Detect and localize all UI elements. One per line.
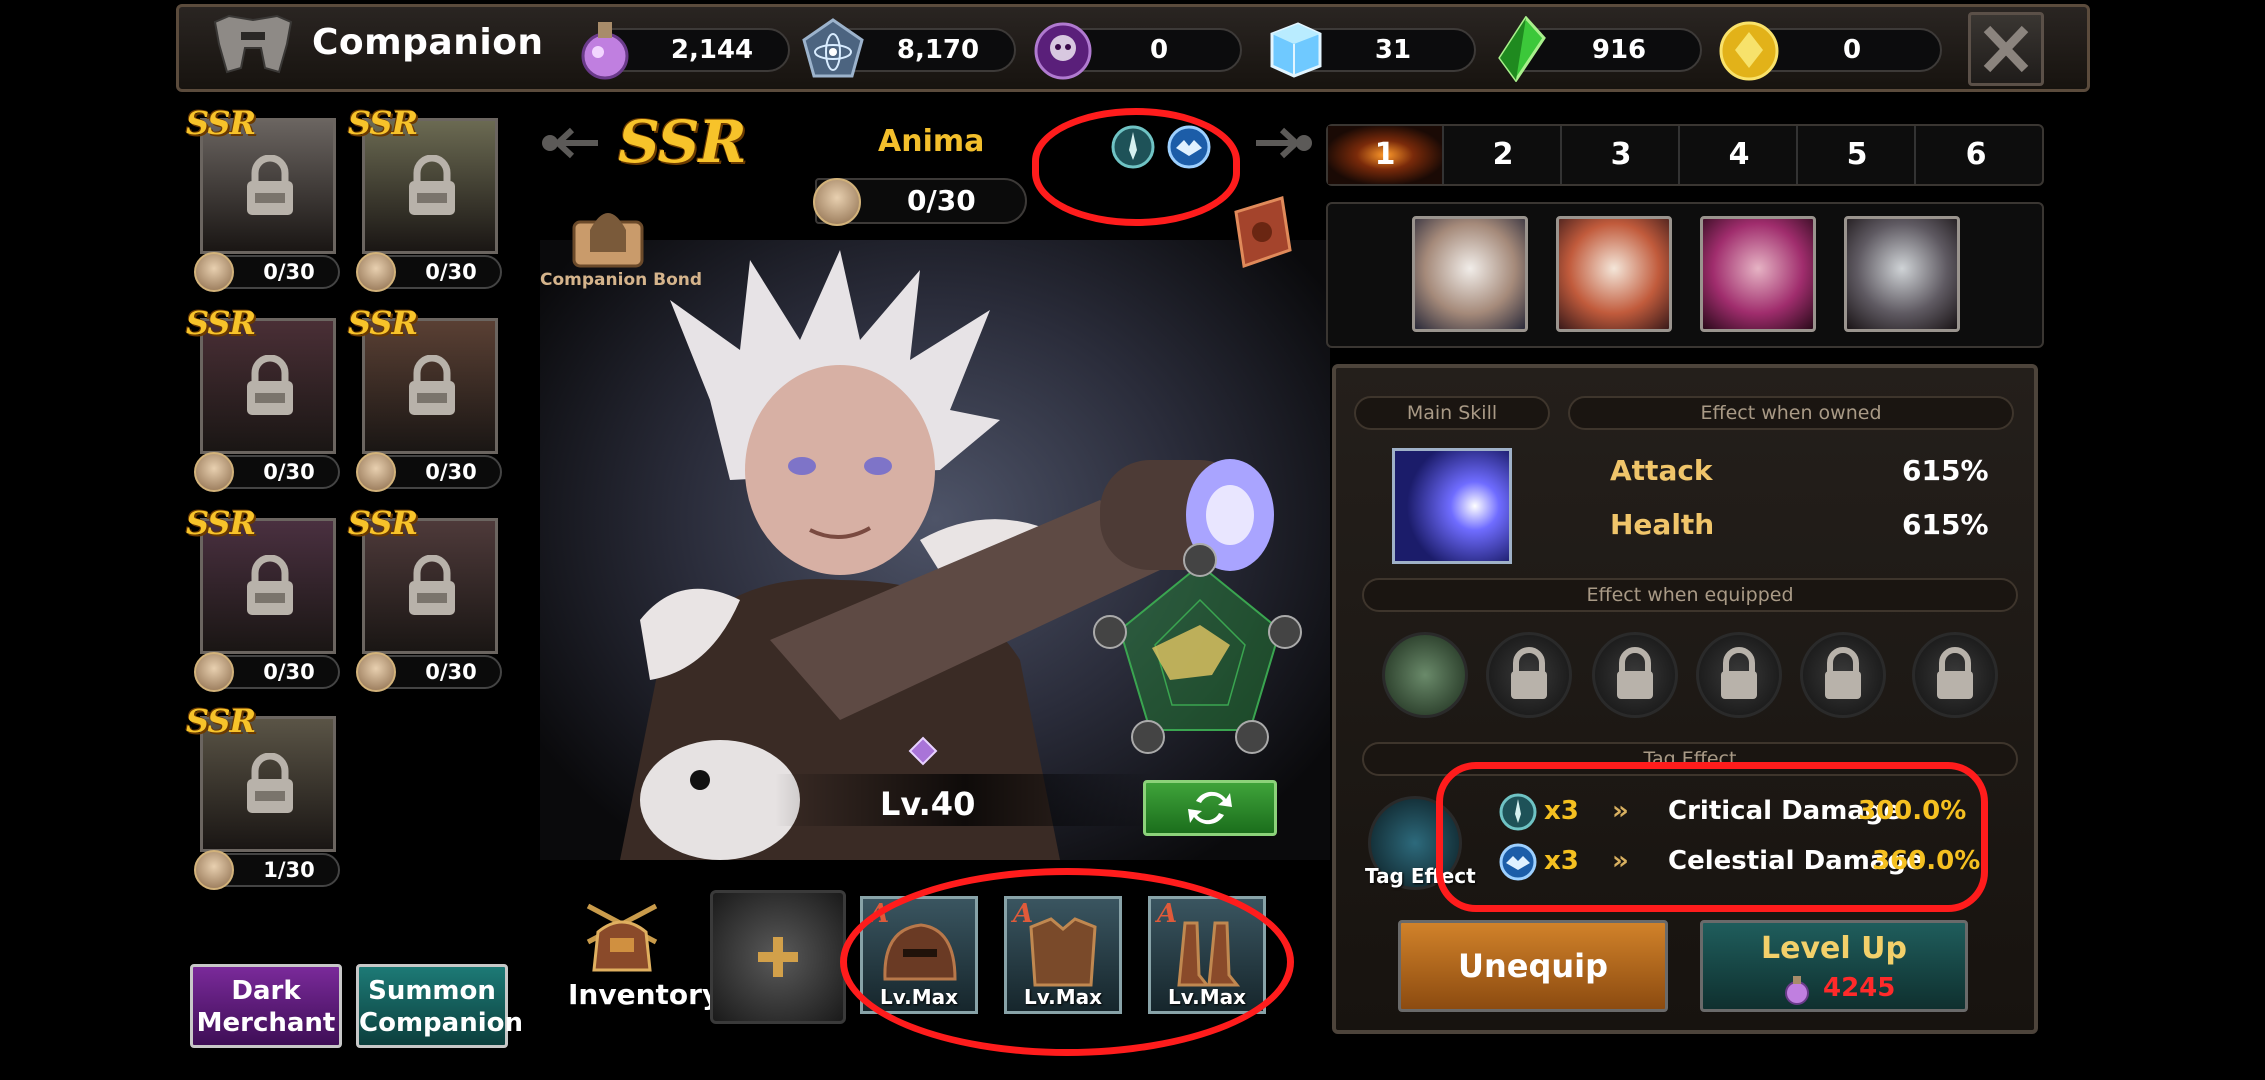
inventory-bag-icon[interactable] bbox=[584, 902, 660, 974]
rarity-badge: SSR bbox=[348, 504, 418, 542]
ice-cube-icon bbox=[1270, 22, 1322, 78]
equip-effect-slot-1[interactable] bbox=[1382, 632, 1468, 718]
inventory-label[interactable]: Inventory bbox=[568, 978, 720, 1011]
gem-icon bbox=[908, 736, 938, 766]
tab-2[interactable]: 2 bbox=[1446, 126, 1562, 184]
equip-effect-slot-2[interactable] bbox=[1486, 632, 1572, 718]
stat-health-value: 615% bbox=[1902, 508, 1989, 541]
summon-companion-button[interactable]: Summon Companion bbox=[356, 964, 523, 1048]
stat-attack-label: Attack bbox=[1610, 454, 1713, 487]
lock-icon bbox=[247, 155, 293, 215]
rarity-badge: SSR bbox=[186, 104, 256, 142]
main-skill-header: Main Skill bbox=[1354, 396, 1550, 430]
rarity-badge: SSR bbox=[618, 108, 747, 176]
tab-4[interactable]: 4 bbox=[1682, 126, 1798, 184]
rarity-badge: SSR bbox=[186, 504, 256, 542]
potion-icon bbox=[581, 22, 629, 80]
book-icon[interactable] bbox=[1224, 196, 1296, 270]
companion-avatar bbox=[356, 252, 396, 292]
close-button[interactable] bbox=[1968, 12, 2044, 86]
level-up-button[interactable]: Level Up 4245 bbox=[1700, 920, 1968, 1012]
green-crystal-icon bbox=[1498, 16, 1546, 82]
companion-bond-label: Companion Bond bbox=[540, 270, 703, 290]
lock-icon bbox=[409, 355, 455, 415]
main-skill-icon[interactable] bbox=[1392, 448, 1512, 564]
potion-icon bbox=[1785, 976, 1809, 1005]
lock-icon bbox=[1511, 647, 1547, 699]
rarity-badge: SSR bbox=[348, 304, 418, 342]
stat-health-label: Health bbox=[1610, 508, 1715, 541]
stat-attack-value: 615% bbox=[1902, 454, 1989, 487]
team-portrait-4[interactable] bbox=[1844, 216, 1960, 332]
bond-count-text: 0/30 bbox=[907, 184, 976, 217]
team-portrait-2[interactable] bbox=[1556, 216, 1672, 332]
level-up-cost: 4245 bbox=[1823, 973, 1896, 1003]
companion-level: Lv.40 bbox=[880, 785, 976, 823]
equip-effect-slot-4[interactable] bbox=[1696, 632, 1782, 718]
tab-3[interactable]: 3 bbox=[1564, 126, 1680, 184]
page-title: Companion bbox=[312, 22, 544, 63]
companion-avatar bbox=[813, 178, 861, 226]
companion-avatar bbox=[194, 452, 234, 492]
close-icon bbox=[1983, 25, 2029, 73]
skull-token-icon bbox=[1034, 22, 1092, 80]
companion-avatar bbox=[194, 252, 234, 292]
tab-5[interactable]: 5 bbox=[1800, 126, 1916, 184]
level-up-label: Level Up bbox=[1761, 931, 1907, 966]
equip-effect-slot-6[interactable] bbox=[1912, 632, 1998, 718]
lock-icon bbox=[409, 555, 455, 615]
companion-portrait-area bbox=[540, 240, 1330, 860]
equip-effect-slot-5[interactable] bbox=[1800, 632, 1886, 718]
companion-avatar bbox=[356, 652, 396, 692]
annotation-box-tag-effects bbox=[1436, 762, 1988, 912]
dark-merchant-button[interactable]: Dark Merchant bbox=[190, 964, 342, 1048]
companion-bond-icon[interactable] bbox=[568, 200, 648, 272]
unequip-button[interactable]: Unequip bbox=[1398, 920, 1668, 1012]
plus-icon bbox=[758, 937, 798, 977]
lock-icon bbox=[247, 555, 293, 615]
effect-equipped-header: Effect when equipped bbox=[1362, 578, 2018, 612]
tab-1[interactable]: 1 bbox=[1328, 126, 1444, 184]
lock-icon bbox=[1825, 647, 1861, 699]
refresh-icon bbox=[1188, 791, 1232, 825]
tab-6[interactable]: 6 bbox=[1918, 126, 2034, 184]
ornament-right bbox=[1256, 127, 1312, 159]
atom-icon bbox=[802, 18, 864, 78]
lock-icon bbox=[1721, 647, 1757, 699]
effect-owned-header: Effect when owned bbox=[1568, 396, 2014, 430]
rarity-badge: SSR bbox=[186, 702, 256, 740]
companion-tabs: 123456 bbox=[1326, 124, 2044, 186]
team-portrait-1[interactable] bbox=[1412, 216, 1528, 332]
equip-effect-slot-3[interactable] bbox=[1592, 632, 1678, 718]
gold-coin-icon bbox=[1719, 21, 1779, 81]
ornament-left bbox=[542, 127, 598, 159]
lock-icon bbox=[1617, 647, 1653, 699]
annotation-circle-gear bbox=[840, 868, 1294, 1056]
helmet-icon bbox=[213, 14, 293, 74]
lock-icon bbox=[409, 155, 455, 215]
lock-icon bbox=[1937, 647, 1973, 699]
companion-avatar bbox=[356, 452, 396, 492]
companion-avatar bbox=[194, 652, 234, 692]
annotation-circle-tags bbox=[1032, 108, 1240, 226]
lock-icon bbox=[247, 753, 293, 813]
rarity-badge: SSR bbox=[348, 104, 418, 142]
lock-icon bbox=[247, 355, 293, 415]
companion-avatar bbox=[194, 850, 234, 890]
team-portrait-3[interactable] bbox=[1700, 216, 1816, 332]
rarity-badge: SSR bbox=[186, 304, 256, 342]
companion-artwork bbox=[620, 250, 1302, 860]
empty-gear-slot[interactable] bbox=[710, 890, 846, 1024]
swap-button[interactable] bbox=[1143, 780, 1277, 836]
bond-progress: 0/30 bbox=[813, 178, 1027, 226]
companion-name: Anima bbox=[878, 124, 985, 159]
